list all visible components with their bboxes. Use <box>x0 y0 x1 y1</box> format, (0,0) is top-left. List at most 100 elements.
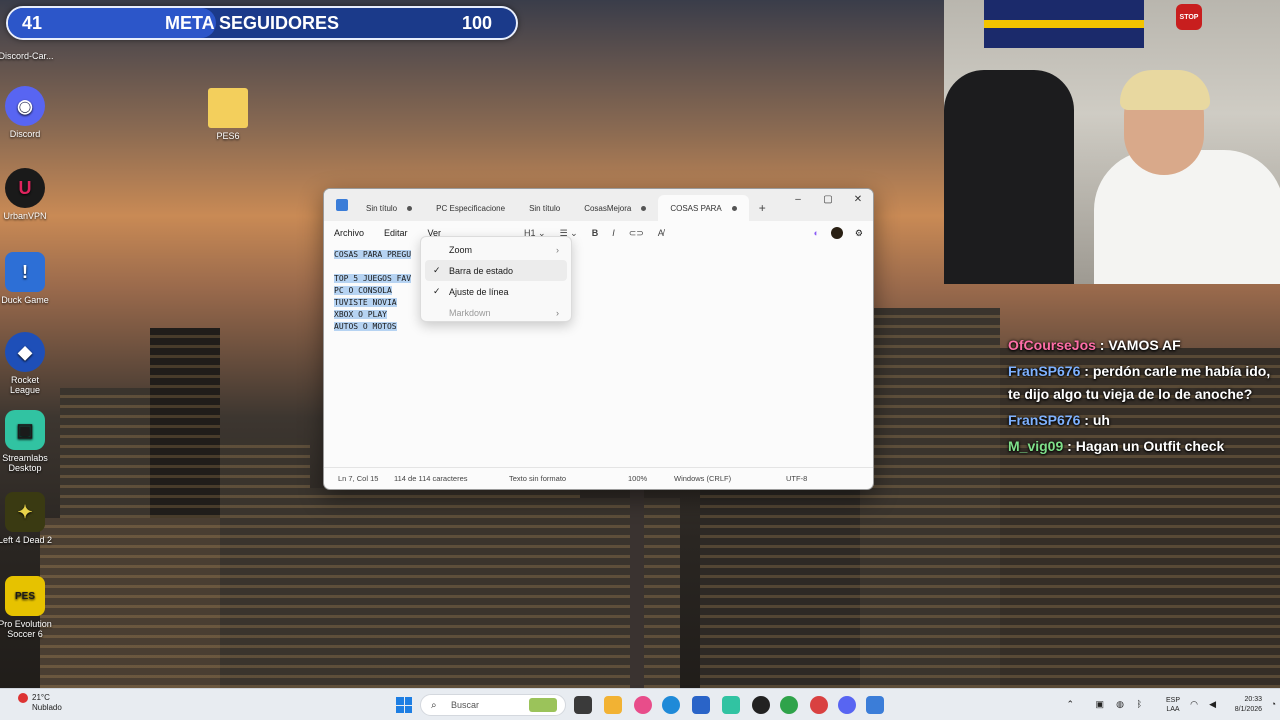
unsaved-dot-icon[interactable] <box>641 205 647 211</box>
tab-cosas-mejora[interactable]: CosasMejora <box>572 195 658 221</box>
weather-alert-icon <box>18 693 28 703</box>
menu-archivo[interactable]: Archivo <box>334 228 364 238</box>
notepad-window: Sin título PC Especificacione Sin título… <box>323 188 874 490</box>
notepad-taskbar-icon[interactable] <box>866 696 884 714</box>
menu-item-label: Markdown <box>449 307 491 318</box>
tray-bluetooth-icon[interactable]: ᛒ <box>1137 699 1142 709</box>
encoding[interactable]: UTF-8 <box>786 474 807 483</box>
zoom-level[interactable]: 100% <box>628 474 647 483</box>
chevron-right-icon: › <box>556 307 559 318</box>
desktop-icon-urbanvpn[interactable]: U UrbanVPN <box>0 168 55 221</box>
flag-text-left: XENEIZE <box>992 19 1031 29</box>
chrome-profile-icon[interactable] <box>810 696 828 714</box>
minimize-icon[interactable]: – <box>783 189 813 209</box>
chrome-icon[interactable] <box>780 696 798 714</box>
tab-label: Sin título <box>529 203 561 213</box>
taskbar: 21°C Nublado ⌕ Buscar ⌃ ▣ ◍ ᛒ ESP LAA ◠ ◀… <box>0 688 1280 720</box>
app-icon-dark[interactable] <box>752 696 770 714</box>
flag-text-right: XENEIZE <box>1097 19 1136 29</box>
copilot-taskbar-icon[interactable] <box>634 696 652 714</box>
editor-line: PC O CONSOLA <box>334 285 411 297</box>
copilot-icon[interactable]: ◐ <box>813 228 818 238</box>
desktop-icon-label: Discord-Car... <box>0 51 54 61</box>
menu-item-ajuste-de-linea[interactable]: ✓ Ajuste de línea <box>425 281 567 302</box>
menu-item-barra-de-estado[interactable]: ✓ Barra de estado <box>425 260 567 281</box>
new-tab-plus-icon[interactable]: + <box>759 201 766 215</box>
text-format[interactable]: Texto sin formato <box>509 474 566 483</box>
chat-text: VAMOS AF <box>1108 337 1181 353</box>
notification-bell-icon[interactable]: ◔ <box>1271 699 1276 709</box>
date: 8/1/2026 <box>1234 706 1262 713</box>
wifi-icon[interactable]: ◠ <box>1190 699 1198 710</box>
streamer-hair <box>1120 70 1210 110</box>
text-editor[interactable]: COSAS PARA PREGU TOP 5 JUEGOS FAV PC O C… <box>334 249 412 333</box>
maximize-icon[interactable]: ▢ <box>813 189 843 209</box>
left4dead-icon: ✦ <box>5 492 45 532</box>
clear-format-icon[interactable]: A̸ <box>658 228 664 238</box>
close-icon[interactable]: ✕ <box>843 189 873 209</box>
lang-top: ESP <box>1165 697 1180 704</box>
tray-app-icon[interactable]: ▣ <box>1095 699 1104 710</box>
task-view-icon[interactable] <box>574 696 592 714</box>
desktop-icon-rocket-league[interactable]: ◆ Rocket League <box>0 332 55 395</box>
tab-sin-titulo-1[interactable]: Sin título <box>354 195 424 221</box>
goal-current: 41 <box>22 12 43 33</box>
volume-icon[interactable]: ◀ <box>1209 699 1216 710</box>
menu-editar[interactable]: Editar <box>384 228 408 238</box>
clock[interactable]: 20:33 8/1/2026 <box>1235 695 1262 715</box>
unsaved-dot-icon[interactable] <box>731 205 737 211</box>
editor-line: AUTOS O MOTOS <box>334 321 411 333</box>
menu-item-zoom[interactable]: Zoom › <box>425 239 567 260</box>
goal-target: 100 <box>461 12 492 33</box>
line-ending[interactable]: Windows (CRLF) <box>674 474 731 483</box>
desktop-icon-label: Pro Evolution Soccer 6 <box>0 619 52 639</box>
menu-bar: Archivo Editar Ver H1 ⌄ ☰ ⌄ B I ⊂⊃ A̸ ◐ … <box>324 221 873 245</box>
title-bar[interactable]: Sin título PC Especificacione Sin título… <box>324 189 873 221</box>
settings-gear-icon[interactable]: ⚙ <box>855 228 863 239</box>
bold-icon[interactable]: B <box>592 228 599 238</box>
tab-cosas-para[interactable]: COSAS PARA <box>658 195 749 221</box>
discord-icon: ◉ <box>5 86 45 126</box>
desktop-icon-duck-game[interactable]: ! Duck Game <box>0 252 55 305</box>
rocket-league-icon: ◆ <box>5 332 45 372</box>
menu-item-label: Ajuste de línea <box>449 286 509 297</box>
taskbar-search[interactable]: ⌕ Buscar <box>420 694 566 716</box>
webcam-feed: XENEIZE XENEIZE STOP <box>944 0 1280 284</box>
editor-line: TOP 5 JUEGOS FAV <box>334 273 412 285</box>
file-explorer-icon[interactable] <box>604 696 622 714</box>
link-icon[interactable]: ⊂⊃ <box>629 228 644 239</box>
tab-sin-titulo-2[interactable]: Sin título <box>517 195 572 221</box>
unsaved-dot-icon[interactable] <box>407 205 413 211</box>
desktop-icon-streamlabs[interactable]: ▣ Streamlabs Desktop <box>0 410 55 473</box>
edge-icon[interactable] <box>662 696 680 714</box>
chat-user: M_vig09 <box>1008 438 1064 454</box>
tray-shield-icon[interactable]: ◍ <box>1116 699 1124 710</box>
follower-goal-bar: 41 META SEGUIDORES 100 <box>6 6 518 40</box>
store-icon[interactable] <box>692 696 710 714</box>
tab-pc-especificaciones[interactable]: PC Especificacione <box>424 195 517 221</box>
line-text: XBOX O PLAY <box>334 310 387 319</box>
italic-icon[interactable]: I <box>612 228 615 238</box>
view-menu-dropdown: Zoom › ✓ Barra de estado ✓ Ajuste de lín… <box>420 236 572 322</box>
duck-game-icon: ! <box>5 252 45 292</box>
desktop-icon-label: Duck Game <box>1 295 49 305</box>
desktop-icon-pes6[interactable]: PES6 <box>198 88 258 141</box>
discord-taskbar-icon[interactable] <box>838 696 856 714</box>
streamlabs-taskbar-icon[interactable] <box>722 696 740 714</box>
desktop-icon-discord-car[interactable]: Discord-Car... <box>0 38 56 61</box>
cursor-position: Ln 7, Col 15 <box>338 474 379 483</box>
desktop-icon-pes[interactable]: PES Pro Evolution Soccer 6 <box>0 576 55 639</box>
editor-line: XBOX O PLAY <box>334 309 411 321</box>
desktop-icon-label: PES6 <box>216 131 240 141</box>
chat-user: FranSP676 <box>1008 412 1081 428</box>
chevron-up-icon[interactable]: ⌃ <box>1066 699 1074 710</box>
weather-widget[interactable]: 21°C Nublado <box>18 693 62 713</box>
desktop-icon-discord[interactable]: ◉ Discord <box>0 86 55 139</box>
chat-user: FranSP676 <box>1008 363 1081 379</box>
avatar[interactable] <box>830 227 843 239</box>
desktop-icon-left4dead2[interactable]: ✦ Left 4 Dead 2 <box>0 492 55 545</box>
search-placeholder: Buscar <box>451 700 480 710</box>
language-indicator[interactable]: ESP LAA <box>1166 696 1180 714</box>
windows-start-icon[interactable] <box>396 697 412 713</box>
